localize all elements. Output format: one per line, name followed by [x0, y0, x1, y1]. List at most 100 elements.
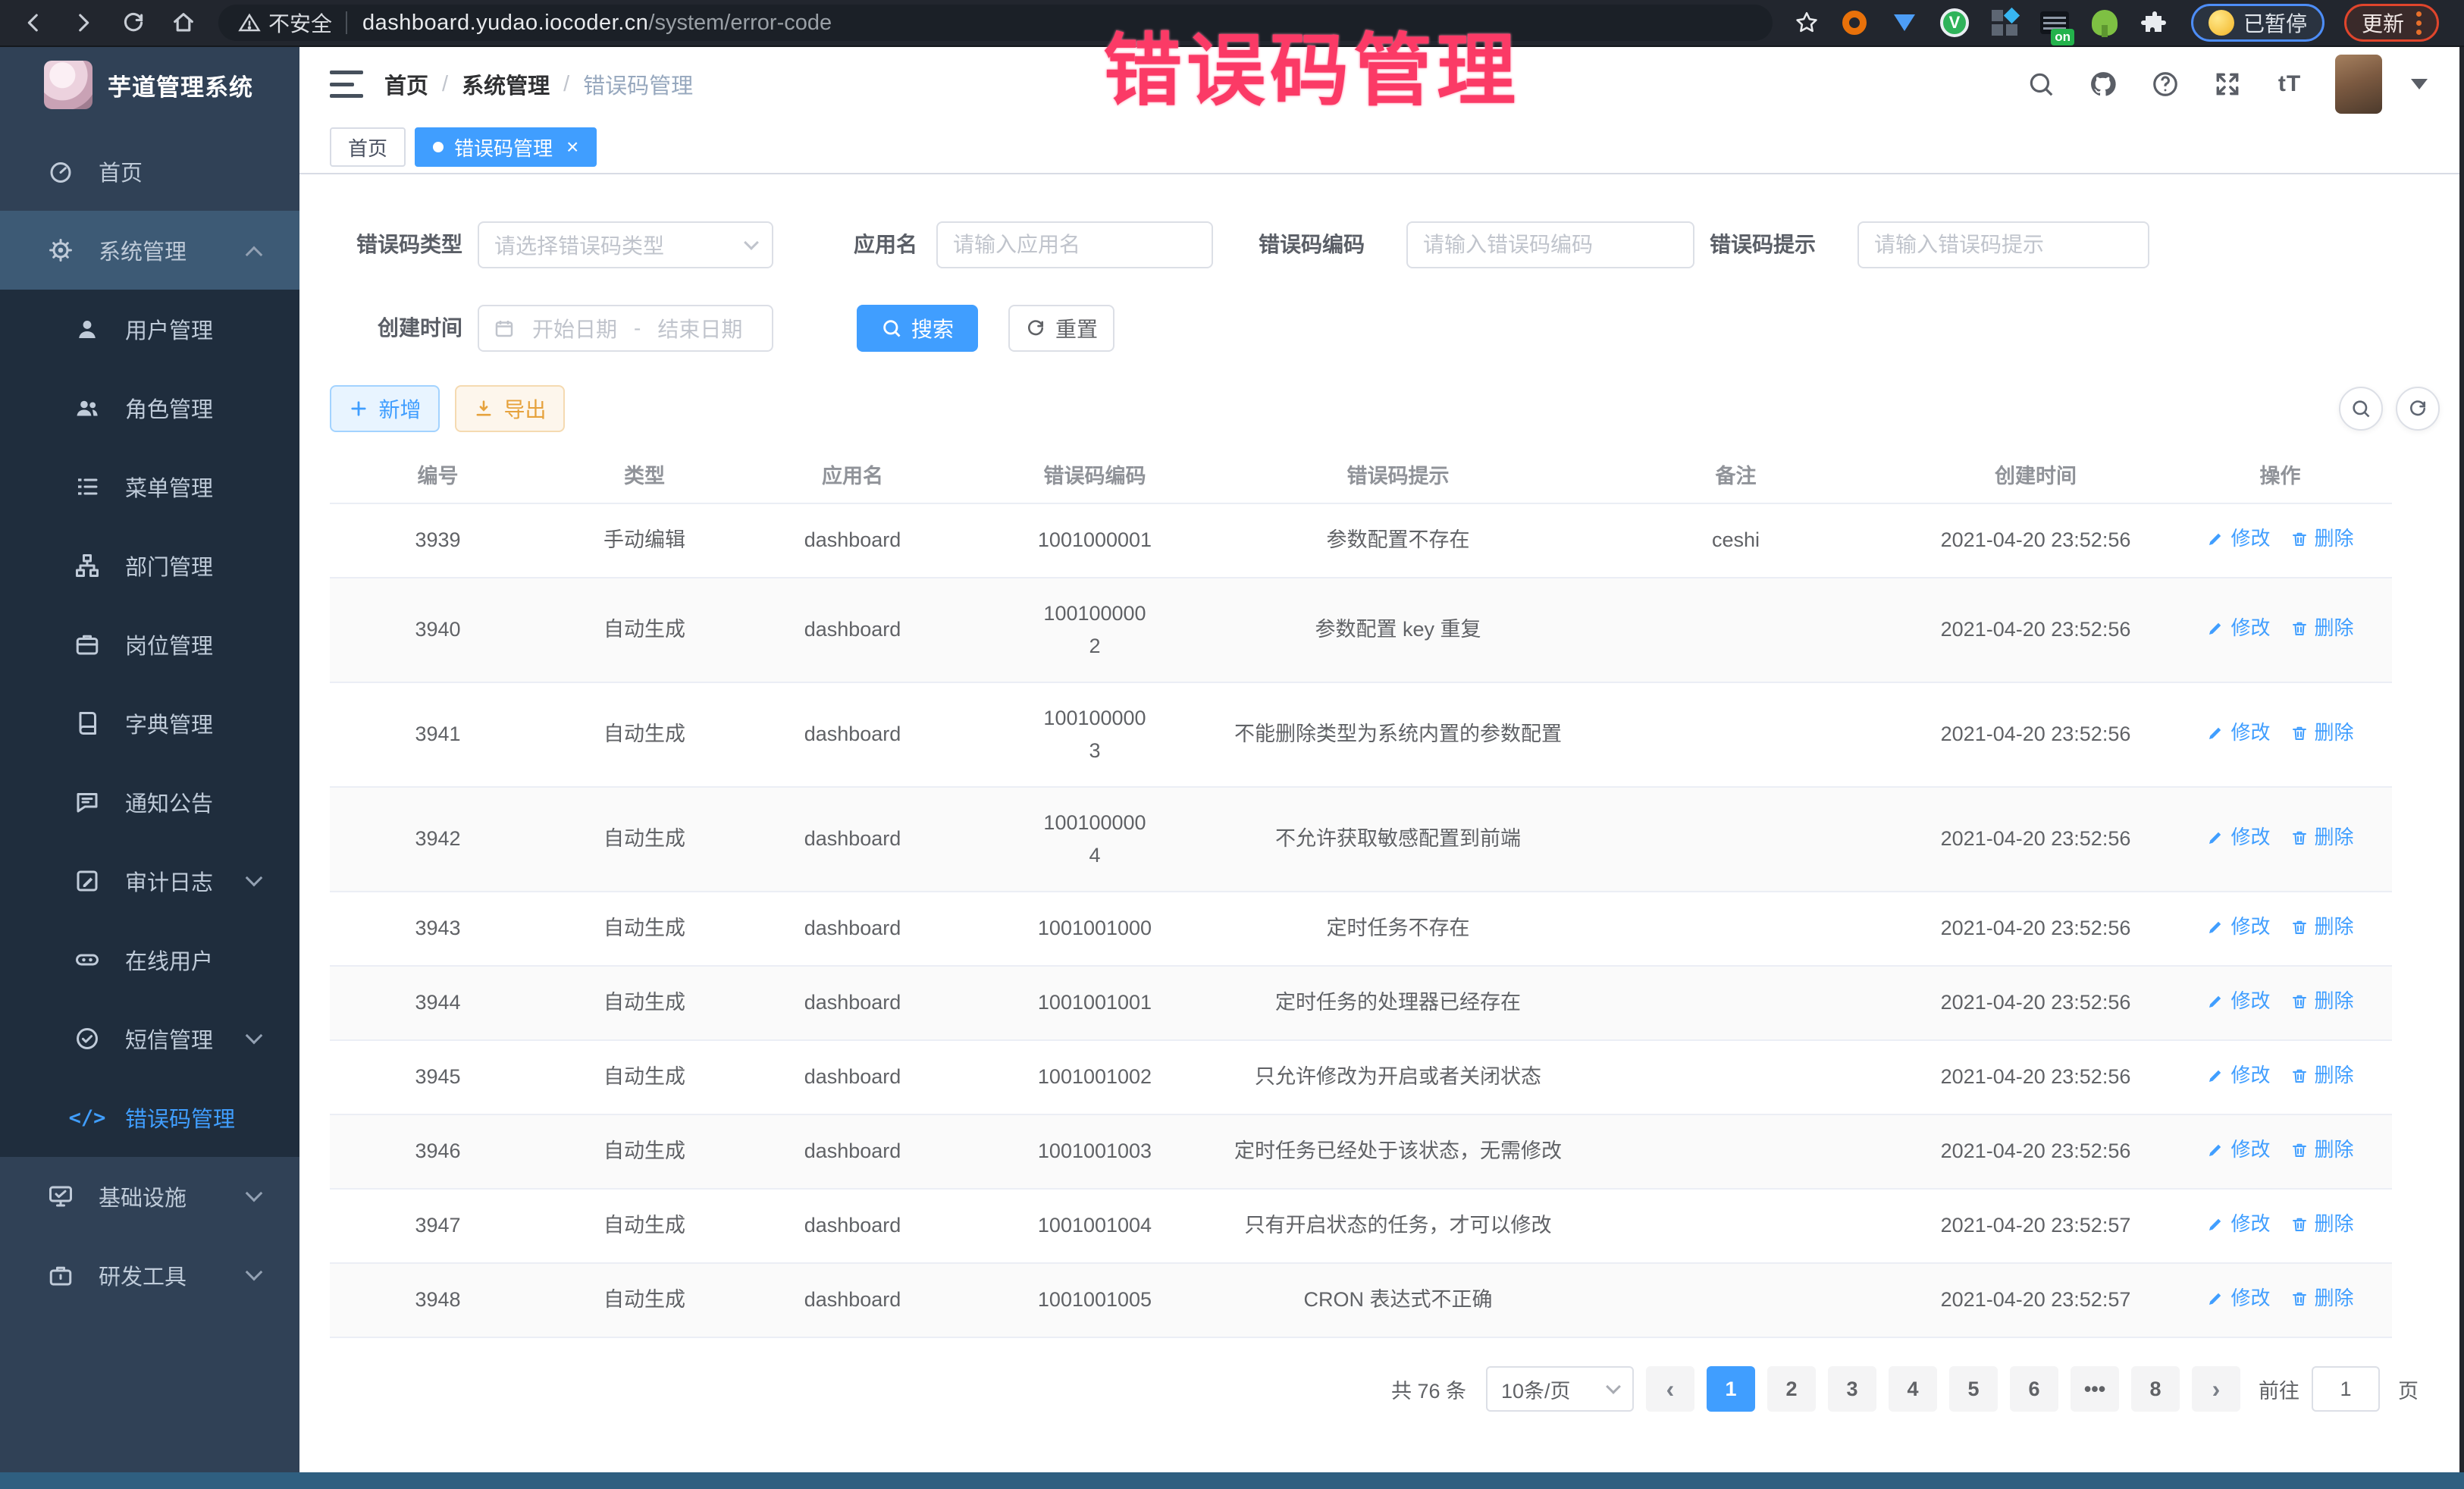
prev-page-button[interactable]: ‹: [1646, 1366, 1694, 1412]
browser-home-icon[interactable]: [167, 6, 200, 39]
address-bar[interactable]: 不安全 dashboard.yudao.iocoder.cn /system/e…: [218, 5, 1773, 41]
chevron-down-icon: [246, 1185, 263, 1202]
page-button-5[interactable]: 5: [1949, 1366, 1998, 1412]
sidebar-item-dictionary[interactable]: 字典管理: [0, 684, 299, 763]
user-icon: [72, 314, 102, 344]
extension-blue-pin-icon[interactable]: [1889, 8, 1920, 38]
browser-back-icon[interactable]: [17, 6, 50, 39]
sidebar-item-menu-list[interactable]: 菜单管理: [0, 447, 299, 526]
avatar-caret-down-icon[interactable]: [2411, 79, 2428, 98]
delete-link[interactable]: 删除: [2290, 717, 2354, 749]
sidebar-item-sms[interactable]: 短信管理: [0, 999, 299, 1078]
sidebar-item-infrastructure[interactable]: 基础设施: [0, 1157, 299, 1236]
breadcrumb-system[interactable]: 系统管理: [462, 68, 550, 100]
error-type-select[interactable]: 请选择错误码类型: [478, 221, 773, 268]
browser-reload-icon[interactable]: [117, 6, 150, 39]
delete-link[interactable]: 删除: [2290, 1060, 2354, 1092]
extension-orange-ring-icon[interactable]: [1839, 8, 1870, 38]
page-button-2[interactable]: 2: [1767, 1366, 1816, 1412]
sidebar-item-audit-log[interactable]: 审计日志: [0, 842, 299, 920]
extension-grid-icon[interactable]: [1989, 8, 2020, 38]
sidebar-item-users[interactable]: 角色管理: [0, 368, 299, 447]
page-button-3[interactable]: 3: [1828, 1366, 1876, 1412]
help-icon[interactable]: [2149, 67, 2182, 101]
reset-button[interactable]: 重置: [1008, 305, 1114, 352]
cell-remark: [1569, 892, 1903, 966]
edit-link[interactable]: 修改: [2206, 613, 2270, 644]
tab-error-code[interactable]: 错误码管理 ×: [415, 127, 597, 167]
add-button[interactable]: 新增: [330, 385, 440, 432]
page-button-6[interactable]: 6: [2010, 1366, 2058, 1412]
extension-green-key-icon[interactable]: [2089, 8, 2120, 38]
sidebar-item-gear[interactable]: 系统管理: [0, 211, 299, 290]
sidebar-logo-row[interactable]: 芋道管理系统: [0, 47, 299, 123]
sidebar-item-code[interactable]: </>错误码管理: [0, 1078, 299, 1157]
github-icon[interactable]: [2086, 67, 2120, 101]
edit-link[interactable]: 修改: [2206, 911, 2270, 943]
font-size-icon[interactable]: tT: [2273, 67, 2306, 101]
delete-link[interactable]: 删除: [2290, 613, 2354, 644]
delete-link[interactable]: 删除: [2290, 822, 2354, 854]
edit-link[interactable]: 修改: [2206, 1283, 2270, 1315]
sidebar-toggle-hamburger-icon[interactable]: [330, 71, 363, 98]
edit-link[interactable]: 修改: [2206, 1060, 2270, 1092]
on-badge: on: [2051, 29, 2074, 45]
page-button-1[interactable]: 1: [1707, 1366, 1755, 1412]
goto-page-input[interactable]: 1: [2312, 1366, 2380, 1412]
export-button[interactable]: 导出: [455, 385, 565, 432]
search-button[interactable]: 搜索: [857, 305, 978, 352]
app-name-input[interactable]: [936, 221, 1213, 268]
sidebar-item-org-tree[interactable]: 部门管理: [0, 526, 299, 605]
security-label[interactable]: 不安全: [268, 8, 332, 38]
edit-link[interactable]: 修改: [2206, 1134, 2270, 1166]
chevron-down-icon: [744, 235, 759, 250]
next-page-button[interactable]: ›: [2192, 1366, 2240, 1412]
refresh-circle-button[interactable]: [2396, 387, 2440, 431]
browser-menu-kebab-icon[interactable]: [2416, 11, 2422, 35]
sidebar-item-dashboard[interactable]: 首页: [0, 132, 299, 211]
edit-link[interactable]: 修改: [2206, 986, 2270, 1017]
page-button-4[interactable]: 4: [1889, 1366, 1937, 1412]
error-code-input[interactable]: [1406, 221, 1694, 268]
breadcrumb-home[interactable]: 首页: [384, 68, 428, 100]
extension-green-v-icon[interactable]: V: [1939, 8, 1970, 38]
browser-update-button[interactable]: 更新: [2344, 4, 2439, 42]
tab-home[interactable]: 首页: [330, 127, 406, 167]
bookmark-star-icon[interactable]: [1794, 10, 1820, 36]
profile-paused-badge[interactable]: 已暂停: [2191, 4, 2324, 42]
delete-link[interactable]: 删除: [2290, 523, 2354, 555]
page-unit-label: 页: [2398, 1375, 2419, 1404]
show-search-circle-button[interactable]: [2339, 387, 2383, 431]
update-label: 更新: [2362, 8, 2404, 38]
browser-forward-icon[interactable]: [67, 6, 100, 39]
cell-created: 2021-04-20 23:52:56: [1903, 682, 2168, 787]
edit-link[interactable]: 修改: [2206, 717, 2270, 749]
tab-close-icon[interactable]: ×: [566, 136, 578, 158]
avatar[interactable]: [2335, 55, 2382, 114]
sidebar-item-online-users[interactable]: 在线用户: [0, 920, 299, 999]
page-button-8[interactable]: 8: [2131, 1366, 2180, 1412]
sidebar-item-user[interactable]: 用户管理: [0, 290, 299, 368]
more-pages-button[interactable]: •••: [2071, 1366, 2119, 1412]
sidebar-item-post-badge[interactable]: 岗位管理: [0, 605, 299, 684]
filter-label-error-type: 错误码类型: [345, 221, 462, 268]
delete-link[interactable]: 删除: [2290, 986, 2354, 1017]
search-icon[interactable]: [2024, 67, 2058, 101]
create-time-range-picker[interactable]: 开始日期 - 结束日期: [478, 305, 773, 352]
fullscreen-icon[interactable]: [2211, 67, 2244, 101]
extensions-puzzle-icon[interactable]: [2140, 8, 2170, 38]
table-body: 3939手动编辑dashboard1001000001参数配置不存在ceshi2…: [330, 503, 2392, 1337]
edit-link[interactable]: 修改: [2206, 523, 2270, 555]
page-size-select[interactable]: 10条/页: [1486, 1366, 1634, 1412]
delete-link[interactable]: 删除: [2290, 1134, 2354, 1166]
delete-link[interactable]: 删除: [2290, 911, 2354, 943]
cell-message: 不允许获取敏感配置到前端: [1227, 787, 1569, 892]
extension-list-on-icon[interactable]: on: [2039, 8, 2070, 38]
delete-link[interactable]: 删除: [2290, 1208, 2354, 1240]
edit-link[interactable]: 修改: [2206, 822, 2270, 854]
error-hint-input[interactable]: [1857, 221, 2149, 268]
edit-link[interactable]: 修改: [2206, 1208, 2270, 1240]
sidebar-item-devtools[interactable]: 研发工具: [0, 1236, 299, 1315]
sidebar-item-announcement[interactable]: 通知公告: [0, 763, 299, 842]
delete-link[interactable]: 删除: [2290, 1283, 2354, 1315]
